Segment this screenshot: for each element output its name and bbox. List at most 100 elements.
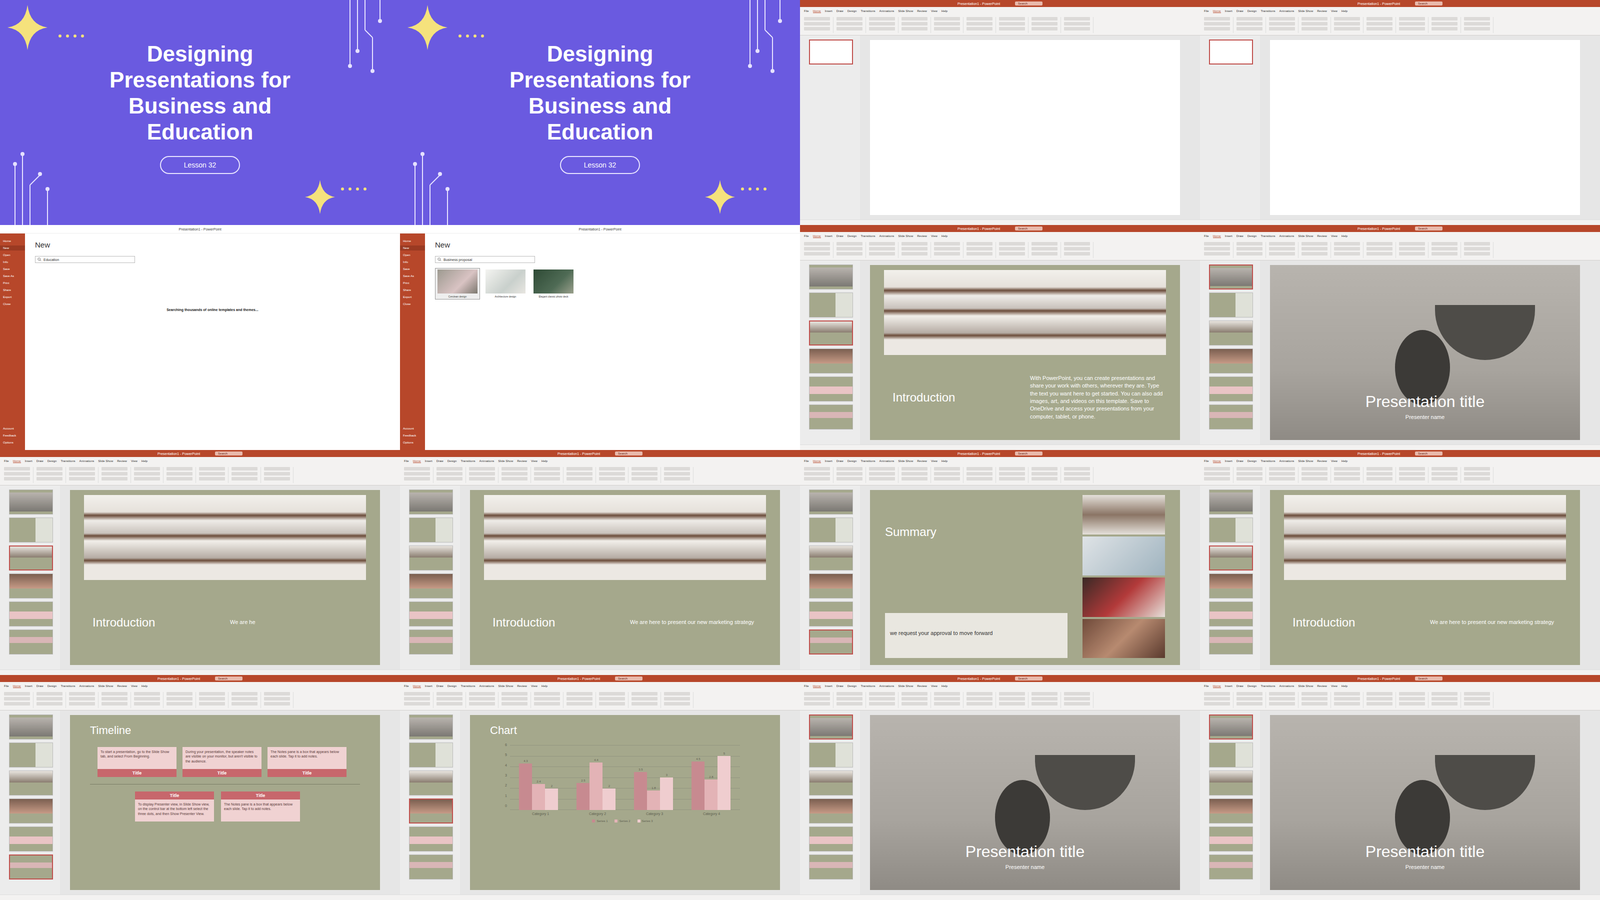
slide-thumbnail[interactable] <box>409 770 453 796</box>
ribbon-tab[interactable]: Draw <box>36 684 44 688</box>
ribbon-button[interactable] <box>501 477 528 481</box>
slide[interactable] <box>870 40 1180 215</box>
ribbon-button[interactable] <box>501 692 528 696</box>
ribbon-button[interactable] <box>1301 472 1328 476</box>
ribbon-button[interactable] <box>901 17 928 21</box>
sidebar-item[interactable]: Print <box>400 280 425 286</box>
ribbon-button[interactable] <box>934 247 960 251</box>
ribbon-tab[interactable]: Help <box>941 9 948 13</box>
ribbon-button[interactable] <box>869 477 895 481</box>
ribbon-button[interactable] <box>966 27 993 31</box>
ribbon-button[interactable] <box>469 467 495 471</box>
ribbon-tab[interactable]: Slide Show <box>98 684 113 688</box>
ribbon-tab[interactable]: Insert <box>425 459 433 463</box>
ribbon-button[interactable] <box>966 247 993 251</box>
ribbon-tab[interactable]: Help <box>941 234 948 238</box>
search-box[interactable]: Search <box>1015 226 1043 231</box>
ribbon-tab[interactable]: Slide Show <box>898 234 913 238</box>
slide-body[interactable]: With PowerPoint, you can create presenta… <box>1030 374 1165 421</box>
slide-body[interactable]: We are here to present our new marketing… <box>630 618 765 626</box>
ribbon-button[interactable] <box>1301 242 1328 246</box>
ribbon-tab[interactable]: Animations <box>1279 684 1295 688</box>
ribbon-button[interactable] <box>1031 27 1058 31</box>
ribbon-button[interactable] <box>999 697 1025 701</box>
ribbon-tab[interactable]: View <box>131 459 138 463</box>
slide-thumbnail[interactable] <box>1209 292 1253 318</box>
ribbon-button[interactable] <box>901 467 928 471</box>
slide-thumbnail[interactable] <box>1209 489 1253 515</box>
ribbon-button[interactable] <box>836 27 863 31</box>
ribbon-tab[interactable]: File <box>1204 459 1209 463</box>
ribbon-button[interactable] <box>534 477 560 481</box>
ribbon-tab[interactable]: Draw <box>1236 234 1244 238</box>
ribbon-button[interactable] <box>199 697 225 701</box>
slide-thumbnail[interactable] <box>9 629 53 655</box>
sidebar-item[interactable]: Save <box>400 266 425 272</box>
sidebar-item[interactable]: Save As <box>0 273 25 279</box>
ribbon-button[interactable] <box>1204 242 1230 246</box>
ribbon-button[interactable] <box>804 472 830 476</box>
ribbon-button[interactable] <box>404 692 430 696</box>
ribbon-tab[interactable]: Design <box>1247 234 1257 238</box>
slide-thumbnail[interactable] <box>1209 742 1253 768</box>
ribbon-tab[interactable]: View <box>531 459 538 463</box>
ribbon-button[interactable] <box>836 472 863 476</box>
ribbon-button[interactable] <box>804 252 830 256</box>
ribbon-button[interactable] <box>501 472 528 476</box>
ribbon-tab[interactable]: Review <box>1317 234 1327 238</box>
ribbon-button[interactable] <box>1236 252 1263 256</box>
ribbon-tab[interactable]: Home <box>813 234 821 238</box>
slide-thumbnail[interactable] <box>809 854 853 880</box>
ribbon-button[interactable] <box>999 692 1025 696</box>
ribbon-button[interactable] <box>1204 27 1230 31</box>
ribbon-button[interactable] <box>1334 702 1360 706</box>
ribbon-button[interactable] <box>1399 692 1425 696</box>
ribbon-button[interactable] <box>1334 472 1360 476</box>
ribbon-button[interactable] <box>966 22 993 26</box>
ribbon-button[interactable] <box>36 467 63 471</box>
slide-thumbnail[interactable] <box>1209 601 1253 627</box>
ribbon-button[interactable] <box>1366 477 1393 481</box>
ribbon-tab[interactable]: File <box>404 684 409 688</box>
ribbon-tab[interactable]: Review <box>1317 684 1327 688</box>
ribbon-button[interactable] <box>1334 252 1360 256</box>
ribbon-button[interactable] <box>1064 472 1090 476</box>
ribbon-button[interactable] <box>664 477 690 481</box>
ribbon-button[interactable] <box>1334 27 1360 31</box>
ribbon-button[interactable] <box>1431 472 1458 476</box>
ribbon-button[interactable] <box>869 22 895 26</box>
ribbon-button[interactable] <box>1464 252 1490 256</box>
ribbon-button[interactable] <box>264 477 290 481</box>
slide-thumbnail[interactable] <box>809 376 853 402</box>
ribbon-tab[interactable]: Animations <box>1279 9 1295 13</box>
ribbon-button[interactable] <box>1464 22 1490 26</box>
ribbon-button[interactable] <box>231 692 258 696</box>
ribbon-tab[interactable]: File <box>1204 9 1209 13</box>
ribbon-button[interactable] <box>166 472 193 476</box>
ribbon-button[interactable] <box>1301 17 1328 21</box>
ribbon-button[interactable] <box>1031 697 1058 701</box>
slide-thumbnail[interactable] <box>9 573 53 599</box>
ribbon-button[interactable] <box>804 467 830 471</box>
ribbon-tab[interactable]: Transitions <box>860 9 875 13</box>
ribbon-tab[interactable]: View <box>1331 459 1338 463</box>
ribbon-button[interactable] <box>1204 472 1230 476</box>
ribbon-button[interactable] <box>664 472 690 476</box>
ribbon-button[interactable] <box>901 692 928 696</box>
ribbon-button[interactable] <box>934 467 960 471</box>
sidebar-item[interactable]: Share <box>0 287 25 293</box>
ribbon-tab[interactable]: Insert <box>825 684 833 688</box>
ribbon-button[interactable] <box>199 467 225 471</box>
slide-thumbnail[interactable] <box>409 714 453 740</box>
ribbon-button[interactable] <box>166 702 193 706</box>
chart-bar[interactable] <box>704 779 718 810</box>
ribbon-tab[interactable]: Transitions <box>1260 459 1275 463</box>
ribbon-button[interactable] <box>1366 692 1393 696</box>
ribbon-button[interactable] <box>804 247 830 251</box>
ribbon-button[interactable] <box>1269 697 1295 701</box>
slide-thumbnail[interactable] <box>809 404 853 430</box>
ribbon-tab[interactable]: Transitions <box>860 459 875 463</box>
chart-bar[interactable] <box>647 790 660 810</box>
ribbon-tab[interactable]: Design <box>447 684 457 688</box>
ribbon-tab[interactable]: Design <box>1247 684 1257 688</box>
